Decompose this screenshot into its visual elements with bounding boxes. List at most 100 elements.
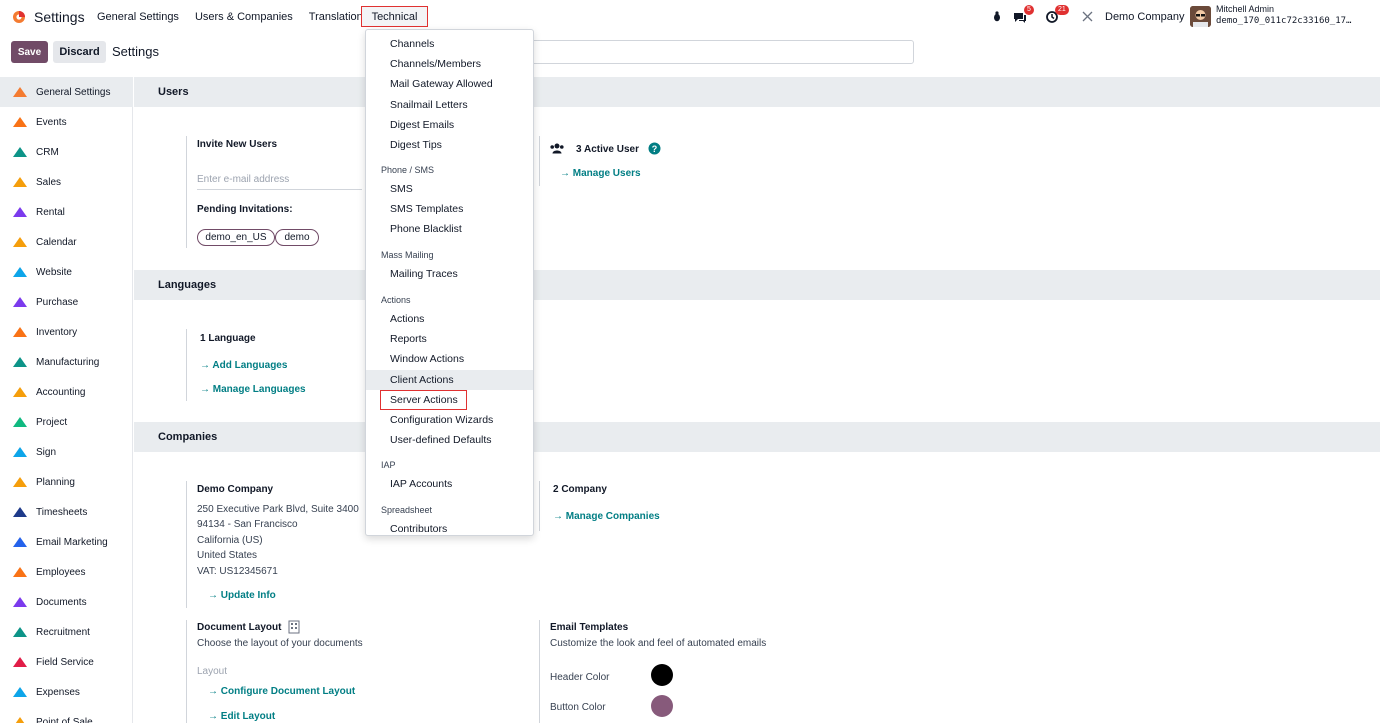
inventory-icon xyxy=(11,325,29,339)
sidebar-item-label: Sign xyxy=(36,446,57,458)
messages-systray[interactable]: 5 xyxy=(1013,5,1034,26)
header-color-swatch[interactable] xyxy=(651,664,673,686)
pos-icon xyxy=(11,715,29,723)
search-input[interactable] xyxy=(528,40,914,64)
sidebar-item-label: Website xyxy=(36,266,72,278)
user-name[interactable]: Mitchell Admin xyxy=(1216,4,1274,14)
sidebar-item-label: Rental xyxy=(36,206,65,218)
email-field[interactable] xyxy=(197,189,362,190)
menu-header-mass-mailing: Mass Mailing xyxy=(381,250,434,260)
menu-item-client-actions[interactable]: Client Actions xyxy=(366,369,533,390)
menu-translations[interactable]: Translations xyxy=(309,11,369,23)
button-color-swatch[interactable] xyxy=(651,695,673,717)
sidebar-item-documents[interactable]: Documents xyxy=(0,587,133,617)
invitation-tag[interactable]: demo_en_US xyxy=(197,229,275,246)
sidebar-item-label: Field Service xyxy=(36,656,94,668)
divider xyxy=(186,620,187,723)
menu-item-mailing-traces[interactable]: Mailing Traces xyxy=(366,264,533,284)
menu-item-channels-members[interactable]: Channels/Members xyxy=(366,54,533,74)
sidebar-item-label: Events xyxy=(36,116,67,128)
sidebar-item-label: Timesheets xyxy=(36,506,88,518)
sidebar-item-planning[interactable]: Planning xyxy=(0,467,133,497)
menu-item-iap-accounts[interactable]: IAP Accounts xyxy=(366,474,533,494)
bug-icon[interactable] xyxy=(992,11,1002,22)
menu-item-window-actions[interactable]: Window Actions xyxy=(366,349,533,369)
help-icon[interactable]: ? xyxy=(648,142,661,155)
sidebar-item-expenses[interactable]: Expenses xyxy=(0,677,133,707)
menu-item-digest-tips[interactable]: Digest Tips xyxy=(366,135,533,155)
menu-general-settings[interactable]: General Settings xyxy=(97,11,179,23)
manage-users-link[interactable]: → Manage Users xyxy=(560,168,641,179)
menu-item-phone-blacklist[interactable]: Phone Blacklist xyxy=(366,219,533,239)
avatar[interactable] xyxy=(1190,6,1211,27)
sidebar-item-purchase[interactable]: Purchase xyxy=(0,287,133,317)
odoo-icon xyxy=(11,85,29,99)
sidebar-item-timesheets[interactable]: Timesheets xyxy=(0,497,133,527)
menu-item-contributors[interactable]: Contributors xyxy=(366,519,533,535)
section-title-languages: Languages xyxy=(158,279,217,291)
tools-icon[interactable] xyxy=(1082,11,1093,22)
menu-item-reports[interactable]: Reports xyxy=(366,329,533,349)
sidebar-item-general-settings[interactable]: General Settings xyxy=(0,77,133,107)
page-title: Settings xyxy=(112,44,159,59)
menu-item-actions[interactable]: Actions xyxy=(366,309,533,329)
sidebar-item-calendar[interactable]: Calendar xyxy=(0,227,133,257)
menu-item-sms[interactable]: SMS xyxy=(366,179,533,199)
sidebar-item-label: Recruitment xyxy=(36,626,90,638)
manage-languages-link[interactable]: → Manage Languages xyxy=(200,384,306,395)
sidebar-item-project[interactable]: Project xyxy=(0,407,133,437)
sidebar-item-crm[interactable]: CRM xyxy=(0,137,133,167)
sidebar-item-rental[interactable]: Rental xyxy=(0,197,133,227)
sidebar-item-sign[interactable]: Sign xyxy=(0,437,133,467)
menu-item-configuration-wizards[interactable]: Configuration Wizards xyxy=(366,410,533,430)
configure-layout-link[interactable]: → Configure Document Layout xyxy=(208,686,355,697)
sidebar-item-events[interactable]: Events xyxy=(0,107,133,137)
company-switcher[interactable]: Demo Company xyxy=(1105,11,1184,23)
document-layout-title: Document Layout xyxy=(197,622,282,633)
divider xyxy=(186,329,187,401)
sidebar-item-point-of-sale[interactable]: Point of Sale xyxy=(0,707,133,723)
sidebar-item-label: Planning xyxy=(36,476,75,488)
section-companies: Companies xyxy=(134,422,1380,452)
odoo-icon[interactable] xyxy=(12,10,26,24)
field-service-icon xyxy=(11,655,29,669)
menu-item-user-defined-defaults[interactable]: User-defined Defaults xyxy=(366,430,533,450)
invite-users-label: Invite New Users xyxy=(197,139,278,150)
sidebar-item-manufacturing[interactable]: Manufacturing xyxy=(0,347,133,377)
sidebar-item-employees[interactable]: Employees xyxy=(0,557,133,587)
divider xyxy=(539,620,540,723)
discard-button[interactable]: Discard xyxy=(53,41,106,63)
app-title[interactable]: Settings xyxy=(34,9,85,25)
activity-systray[interactable]: 21 xyxy=(1046,5,1069,26)
sidebar-item-website[interactable]: Website xyxy=(0,257,133,287)
menu-users-companies[interactable]: Users & Companies xyxy=(195,11,293,23)
settings-sidebar: General Settings Events CRM Sales Rental Cale… xyxy=(0,77,133,723)
server-actions-highlight xyxy=(380,390,467,410)
purchase-icon xyxy=(11,295,29,309)
menu-item-digest-emails[interactable]: Digest Emails xyxy=(366,115,533,135)
menu-item-channels[interactable]: Channels xyxy=(366,34,533,54)
update-info-link[interactable]: → Update Info xyxy=(208,590,276,601)
sidebar-item-label: Calendar xyxy=(36,236,77,248)
active-users-count: 3 Active User xyxy=(576,144,639,155)
sidebar-item-label: Purchase xyxy=(36,296,79,308)
divider xyxy=(186,481,187,608)
edit-layout-link[interactable]: → Edit Layout xyxy=(208,711,275,722)
sidebar-item-field-service[interactable]: Field Service xyxy=(0,647,133,677)
save-button[interactable]: Save xyxy=(11,41,48,63)
menu-item-sms-templates[interactable]: SMS Templates xyxy=(366,199,533,219)
sidebar-item-accounting[interactable]: Accounting xyxy=(0,377,133,407)
email-placeholder[interactable]: Enter e-mail address xyxy=(197,174,289,185)
sidebar-item-sales[interactable]: Sales xyxy=(0,167,133,197)
menu-item-mail-gateway-allowed[interactable]: Mail Gateway Allowed xyxy=(366,74,533,94)
menu-item-snailmail-letters[interactable]: Snailmail Letters xyxy=(366,95,533,115)
add-languages-link[interactable]: → Add Languages xyxy=(200,360,287,371)
invitation-tag[interactable]: demo xyxy=(275,229,319,246)
sidebar-item-label: Inventory xyxy=(36,326,78,338)
manage-companies-link[interactable]: → Manage Companies xyxy=(553,511,660,522)
sidebar-item-recruitment[interactable]: Recruitment xyxy=(0,617,133,647)
documents-icon xyxy=(11,595,29,609)
menu-technical[interactable]: Technical xyxy=(361,6,428,27)
sidebar-item-inventory[interactable]: Inventory xyxy=(0,317,133,347)
sidebar-item-email-marketing[interactable]: Email Marketing xyxy=(0,527,133,557)
